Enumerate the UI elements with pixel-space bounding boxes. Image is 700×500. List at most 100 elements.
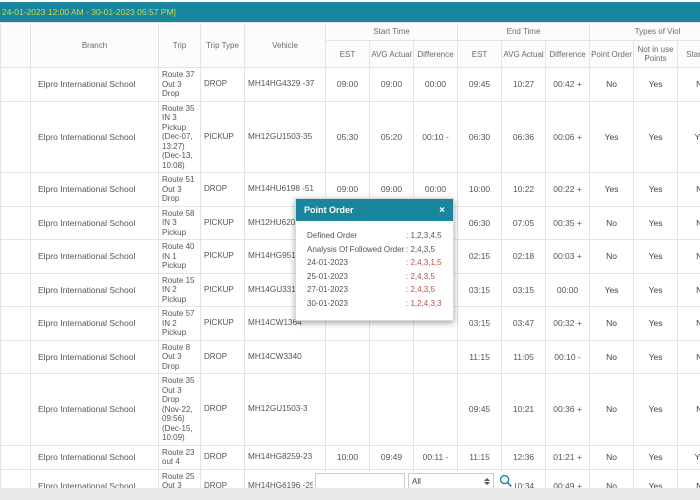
row-spacer-cell [1,340,31,374]
select-updown-icon [484,478,490,485]
cell-start-point[interactable]: No [678,340,700,374]
cell-end-est: 09:45 [458,374,502,446]
cell-point-order[interactable]: No [590,206,634,240]
filter-selected-value: All [412,477,421,486]
cell-point-order[interactable]: Yes [590,173,634,207]
cell-not-in-use-points[interactable]: Yes [634,374,678,446]
cell-end-est: 06:30 [458,101,502,173]
cell-branch: Elpro International School [31,273,159,307]
header-branch: Branch [31,23,159,68]
cell-point-order[interactable]: No [590,374,634,446]
cell-end-difference: 00:03 + [546,240,590,274]
point-order-row-value: : 1,2,4,3,3 [406,297,442,311]
table-row: Elpro International School Route 37 Out … [1,68,700,102]
search-icon [499,474,513,488]
cell-not-in-use-points[interactable]: Yes [634,445,678,469]
row-spacer-cell [1,173,31,207]
cell-end-avg-actual: 03:47 [502,307,546,341]
cell-start-point[interactable]: No [678,206,700,240]
cell-point-order[interactable]: Yes [590,273,634,307]
point-order-row-label: Defined Order [307,229,406,243]
search-input[interactable] [315,473,405,489]
point-order-row-label: 27-01-2023 [307,283,406,297]
row-spacer-cell [1,374,31,446]
header-end-est: EST [458,41,502,68]
cell-not-in-use-points[interactable]: Yes [634,173,678,207]
point-order-modal-row: 30-01-2023: 1,2,4,3,3 [307,297,444,311]
cell-point-order[interactable]: No [590,307,634,341]
cell-trip-type: PICKUP [201,206,245,240]
cell-point-order[interactable]: No [590,240,634,274]
cell-point-order[interactable]: Yes [590,101,634,173]
point-order-row-value: : 2,4,3,1,5 [406,256,442,270]
cell-trip-type: PICKUP [201,101,245,173]
cell-start-point[interactable]: No [678,240,700,274]
cell-end-est: 03:15 [458,273,502,307]
cell-end-est: 06:30 [458,206,502,240]
cell-not-in-use-points[interactable]: Yes [634,101,678,173]
cell-branch: Elpro International School [31,240,159,274]
table-row: Elpro International School Route 23 out … [1,445,700,469]
cell-trip-type: PICKUP [201,240,245,274]
cell-not-in-use-points[interactable]: Yes [634,206,678,240]
cell-not-in-use-points[interactable]: Yes [634,68,678,102]
cell-trip: Route 8 Out 3 Drop [159,340,201,374]
table-row: Elpro International School Route 8 Out 3… [1,340,700,374]
cell-start-point[interactable]: No [678,173,700,207]
cell-not-in-use-points[interactable]: Yes [634,273,678,307]
filter-select[interactable]: All [408,473,494,489]
row-spacer-cell [1,240,31,274]
cell-trip: Route 23 out 4 [159,445,201,469]
cell-start-est [326,340,370,374]
row-spacer-cell [1,206,31,240]
cell-not-in-use-points[interactable]: Yes [634,240,678,274]
cell-start-point[interactable]: No [678,307,700,341]
group-header-end-time: End Time [458,23,590,41]
point-order-modal-row: 24-01-2023: 2,4,3,1,5 [307,256,444,270]
cell-start-point[interactable]: Yes [678,445,700,469]
cell-end-avg-actual: 10:21 [502,374,546,446]
cell-not-in-use-points[interactable]: Yes [634,340,678,374]
cell-trip-type: DROP [201,374,245,446]
point-order-row-label: 24-01-2023 [307,256,406,270]
point-order-row-label: 25-01-2023 [307,270,406,284]
search-button[interactable] [499,474,513,488]
close-icon[interactable]: × [439,206,445,215]
cell-end-est: 02:15 [458,240,502,274]
cell-start-point[interactable]: No [678,273,700,307]
cell-start-difference [414,340,458,374]
cell-end-difference: 00:22 + [546,173,590,207]
point-order-row-label: 30-01-2023 [307,297,406,311]
cell-start-point[interactable]: No [678,374,700,446]
cell-end-avg-actual: 02:18 [502,240,546,274]
cell-start-est [326,374,370,446]
cell-start-est: 05:30 [326,101,370,173]
bottom-status-strip [0,488,700,500]
point-order-modal-row: Defined Order: 1,2,3,4,5 [307,229,444,243]
header-point-order: Point Order [590,41,634,68]
cell-branch: Elpro International School [31,374,159,446]
cell-branch: Elpro International School [31,206,159,240]
cell-point-order[interactable]: No [590,340,634,374]
point-order-modal-row: Analysis Of Followed Order: 2,4,3,5 [307,243,444,257]
cell-trip: Route 58 IN 3 Pickup [159,206,201,240]
cell-start-difference: 00:10 - [414,101,458,173]
cell-trip: Route 35 IN 3 Pickup (Dec-07, 13:27) (De… [159,101,201,173]
cell-vehicle: MH14HG4329 -37 [245,68,326,102]
cell-trip-type: DROP [201,68,245,102]
cell-start-difference: 00:11 - [414,445,458,469]
cell-not-in-use-points[interactable]: Yes [634,307,678,341]
cell-point-order[interactable]: No [590,68,634,102]
cell-end-difference: 00:42 + [546,68,590,102]
cell-point-order[interactable]: No [590,445,634,469]
cell-start-point[interactable]: Yes [678,101,700,173]
cell-vehicle: MH14CW3340 [245,340,326,374]
point-order-row-value: : 2,4,3,5 [406,270,435,284]
row-spacer-cell [1,101,31,173]
cell-end-est: 11:15 [458,340,502,374]
cell-trip-type: PICKUP [201,307,245,341]
row-spacer-cell [1,68,31,102]
cell-start-point[interactable]: No [678,68,700,102]
point-order-row-value: : 2,4,3,5 [406,243,435,257]
header-start-point: Start Poi [678,41,700,68]
